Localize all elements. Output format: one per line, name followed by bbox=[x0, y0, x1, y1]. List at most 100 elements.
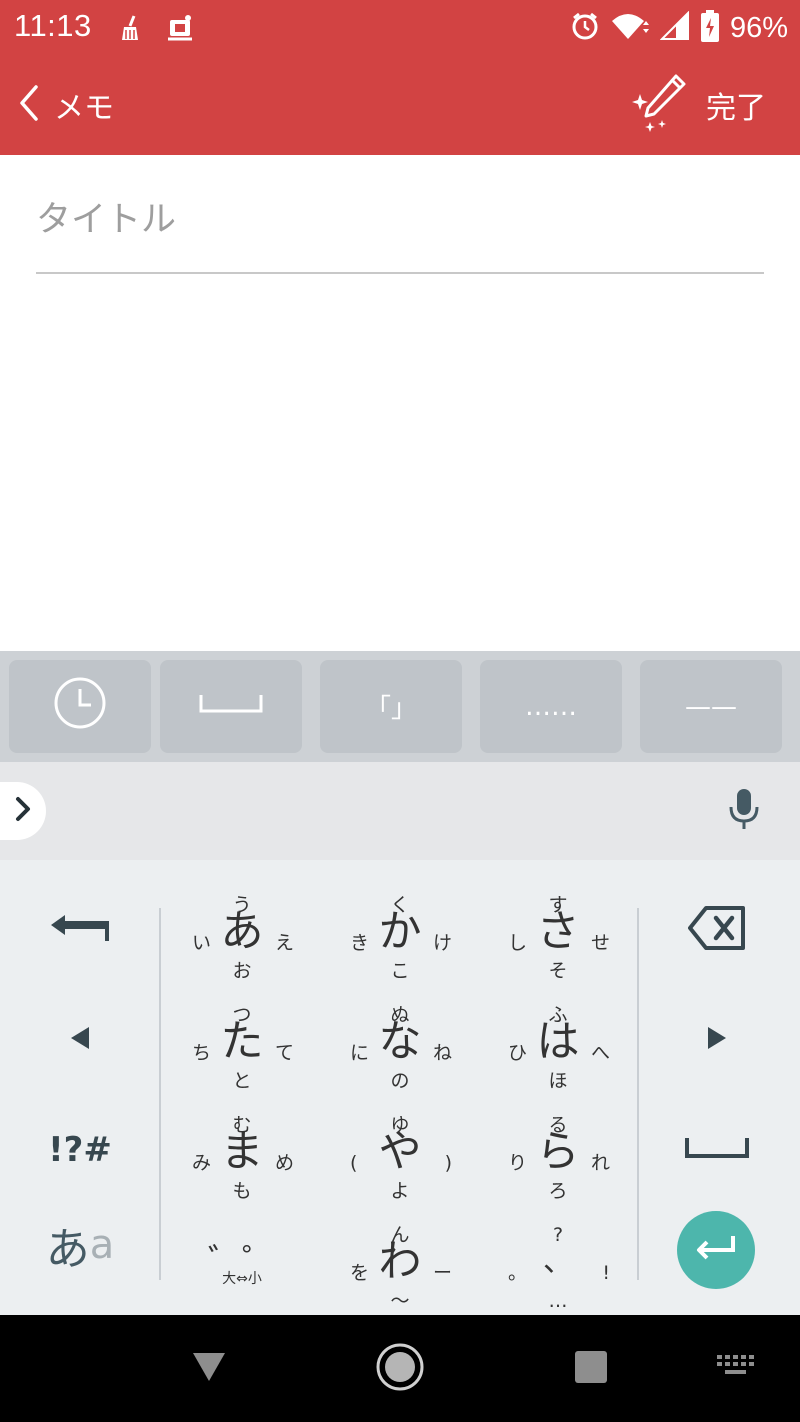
flick-left-label: き bbox=[350, 932, 370, 954]
quick-key-ellipsis[interactable]: …… bbox=[480, 660, 622, 753]
space-icon bbox=[684, 1136, 750, 1164]
kana-key-ya[interactable]: ゆ や ( ) よ bbox=[320, 1095, 480, 1205]
flick-right-label: せ bbox=[590, 932, 610, 954]
quick-key-dash[interactable]: —— bbox=[640, 660, 782, 753]
input-mode-key[interactable]: あa bbox=[0, 1190, 160, 1300]
kana-key-ka[interactable]: く か き け こ bbox=[320, 875, 480, 985]
flick-left-label: ( bbox=[350, 1152, 358, 1174]
app-bar: メモ 完了 bbox=[0, 56, 800, 155]
flick-right-label: ! bbox=[602, 1262, 610, 1284]
status-time: 11:13 bbox=[14, 8, 92, 43]
mode-kana-label: あ bbox=[45, 1224, 90, 1275]
back-label: メモ bbox=[54, 92, 114, 125]
memo-body-area[interactable] bbox=[0, 290, 800, 650]
undo-arrow-icon bbox=[49, 913, 111, 947]
status-bar: 11:13 96% bbox=[0, 0, 800, 56]
kana-key-ta[interactable]: つ た ち て と bbox=[162, 985, 322, 1095]
flick-right-label: へ bbox=[590, 1042, 610, 1064]
key-main-label: は bbox=[536, 1017, 580, 1067]
back-button[interactable]: メモ bbox=[12, 76, 120, 134]
microphone-icon bbox=[727, 787, 761, 835]
flick-down-label: よ bbox=[390, 1180, 410, 1202]
dakuten-key[interactable]: ゛゜ 大⇔小 bbox=[162, 1205, 322, 1315]
nav-back-button[interactable] bbox=[177, 1337, 241, 1401]
chevron-right-icon bbox=[14, 795, 32, 827]
flick-right-label: ね bbox=[432, 1042, 452, 1064]
voice-input-button[interactable] bbox=[718, 780, 770, 842]
punctuation-key[interactable]: ? 、 。 ! … bbox=[478, 1205, 638, 1315]
undo-key[interactable] bbox=[0, 875, 160, 985]
quick-key-space[interactable] bbox=[160, 660, 302, 753]
kana-key-wa[interactable]: ん わ を ー 〜 bbox=[320, 1205, 480, 1315]
kana-key-na[interactable]: ぬ な に ね の bbox=[320, 985, 480, 1095]
magic-pen-button[interactable] bbox=[632, 72, 688, 136]
expand-toolbar-button[interactable] bbox=[0, 782, 46, 840]
quick-key-time[interactable] bbox=[9, 660, 151, 753]
quick-key-brackets[interactable]: 「」 bbox=[320, 660, 462, 753]
flick-down-label: と bbox=[232, 1070, 252, 1092]
keyboard-icon bbox=[717, 1355, 755, 1383]
backspace-key[interactable] bbox=[637, 875, 797, 985]
symbols-key[interactable]: !?# bbox=[0, 1095, 160, 1205]
flick-left-label: ひ bbox=[508, 1042, 528, 1064]
kana-key-a[interactable]: う あ い え お bbox=[162, 875, 322, 985]
kana-key-ma[interactable]: む ま み め も bbox=[162, 1095, 322, 1205]
broom-icon bbox=[118, 14, 144, 42]
battery-percent: 96% bbox=[729, 11, 788, 44]
enter-icon bbox=[695, 1234, 737, 1266]
kana-key-ra[interactable]: る ら り れ ろ bbox=[478, 1095, 638, 1205]
flick-right-label: え bbox=[274, 932, 294, 954]
flick-down-label: ほ bbox=[548, 1070, 568, 1092]
mode-alpha-label: a bbox=[89, 1222, 115, 1268]
key-main-label: な bbox=[378, 1017, 422, 1067]
key-main-label: 、 bbox=[543, 1244, 573, 1279]
space-key[interactable] bbox=[637, 1095, 797, 1205]
flick-right-label: れ bbox=[590, 1152, 610, 1174]
quick-key-bar: 「」 …… —— bbox=[0, 651, 800, 762]
back-triangle-icon bbox=[191, 1351, 227, 1387]
key-main-label: あ bbox=[220, 907, 264, 957]
kana-key-sa[interactable]: す さ し せ そ bbox=[478, 875, 638, 985]
flick-left-label: ち bbox=[192, 1042, 212, 1064]
key-main-label: さ bbox=[536, 907, 580, 957]
nav-keyboard-button[interactable] bbox=[704, 1337, 768, 1401]
key-main-label: ら bbox=[536, 1127, 580, 1177]
nav-recents-button[interactable] bbox=[559, 1337, 623, 1401]
flick-down-label: … bbox=[548, 1290, 568, 1312]
flick-keyboard: !?# あa う あ い え お く か き け こ す さ し せ そ つ た… bbox=[0, 860, 800, 1315]
signal-icon bbox=[659, 10, 690, 45]
title-input[interactable] bbox=[36, 188, 764, 252]
key-main-label: わ bbox=[378, 1237, 422, 1287]
flick-right-label: て bbox=[274, 1042, 294, 1064]
flick-left-label: い bbox=[192, 932, 212, 954]
cursor-right-icon bbox=[706, 1025, 728, 1055]
clock-icon bbox=[53, 676, 107, 737]
flick-left-label: し bbox=[508, 932, 528, 954]
magic-pen-icon bbox=[632, 74, 688, 140]
kana-key-ha[interactable]: ふ は ひ へ ほ bbox=[478, 985, 638, 1095]
flick-down-label: こ bbox=[390, 960, 410, 982]
navigation-bar bbox=[0, 1315, 800, 1422]
flick-down-label: も bbox=[232, 1180, 252, 1202]
flick-left-label: に bbox=[350, 1042, 370, 1064]
cursor-right-key[interactable] bbox=[637, 985, 797, 1095]
mahjong-icon bbox=[166, 14, 192, 42]
done-button[interactable]: 完了 bbox=[696, 76, 776, 134]
flick-down-label: の bbox=[390, 1070, 410, 1092]
enter-key[interactable] bbox=[677, 1211, 755, 1289]
flick-left-label: り bbox=[508, 1152, 528, 1174]
key-main-label: や bbox=[378, 1127, 422, 1177]
cursor-left-key[interactable] bbox=[0, 985, 160, 1095]
flick-left-label: み bbox=[192, 1152, 212, 1174]
flick-left-label: を bbox=[350, 1262, 370, 1284]
nav-home-button[interactable] bbox=[368, 1337, 432, 1401]
recents-square-icon bbox=[574, 1350, 608, 1388]
flick-right-label: め bbox=[274, 1152, 294, 1174]
flick-left-label: 。 bbox=[508, 1262, 528, 1284]
key-main-label: ま bbox=[220, 1127, 264, 1177]
alarm-clock-icon bbox=[570, 11, 600, 45]
backspace-icon bbox=[688, 906, 746, 954]
home-circle-icon bbox=[375, 1342, 425, 1396]
cursor-left-icon bbox=[69, 1025, 91, 1055]
chevron-left-icon bbox=[18, 84, 40, 126]
